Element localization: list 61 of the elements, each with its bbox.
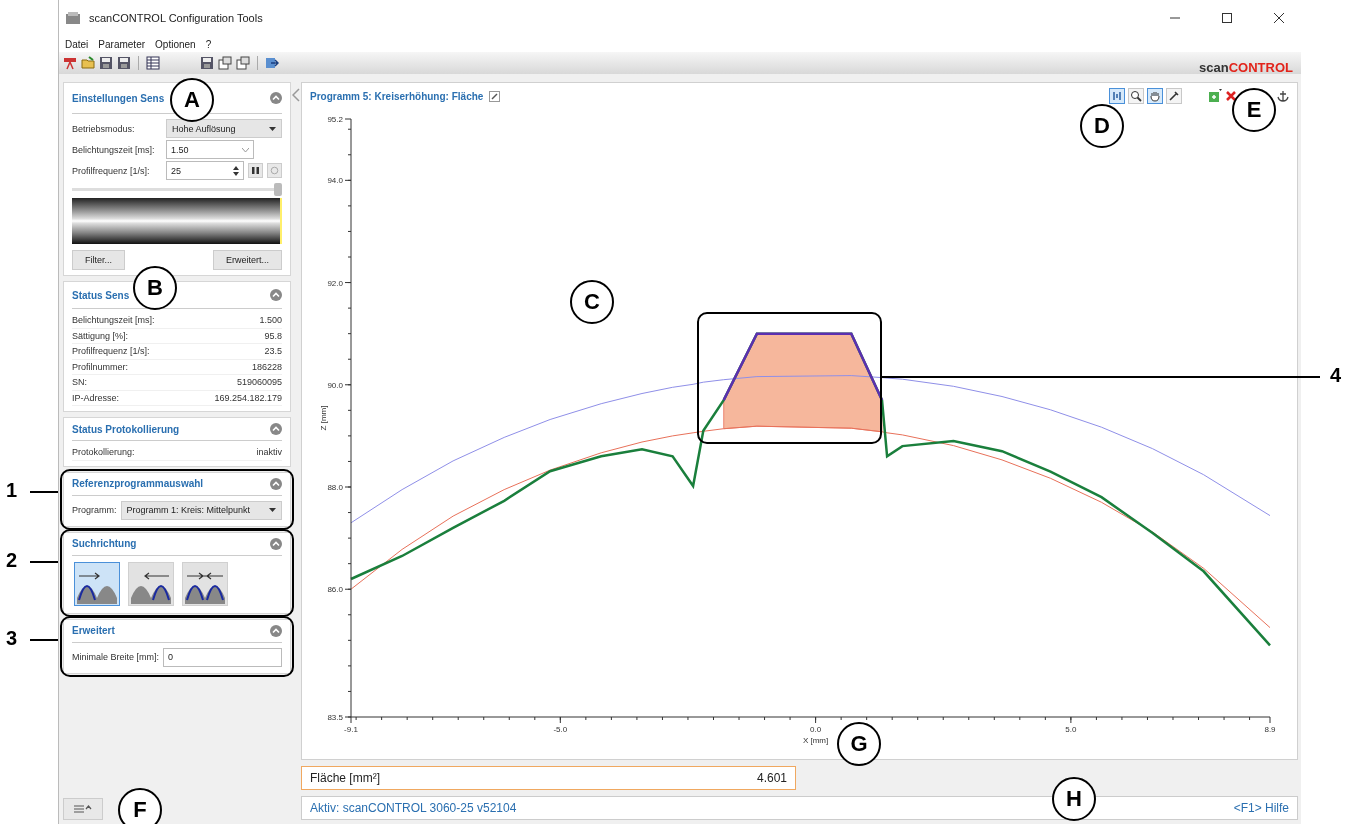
status-value: 1.500 (259, 315, 282, 326)
field-label: Betriebsmodus: (72, 123, 136, 134)
program-dropdown[interactable]: Programm 1: Kreis: Mittelpunkt (120, 500, 282, 520)
axis-tick-label: 88.0 (327, 483, 343, 492)
status-value: 95.8 (264, 330, 282, 341)
axis-tick-label: 83.5 (327, 713, 343, 722)
axis-tick-label: 92.0 (327, 278, 343, 288)
callout-number: 4 (1330, 364, 1342, 387)
frequency-spinbox[interactable]: 25 (166, 161, 244, 180)
callout-number: 1 (6, 479, 18, 502)
status-value: 519060095 (236, 377, 282, 388)
status-label: Sättigung [%]: (72, 330, 129, 341)
status-value: inaktiv (256, 447, 282, 458)
status-label: IP-Adresse: (72, 392, 120, 403)
status-label: Belichtungszeit [ms]: (72, 315, 155, 326)
axis-tick-label: 94.0 (327, 176, 343, 186)
field-label: Profilfrequenz [1/s]: (72, 165, 151, 176)
exposure-combobox[interactable]: 1.50 (166, 140, 254, 159)
menu-item[interactable]: ? (203, 38, 214, 50)
status-value: 169.254.182.179 (214, 392, 282, 403)
window-title: scanCONTROL Configuration Tools (89, 12, 264, 25)
mode-dropdown[interactable]: Hohe Auflösung (166, 119, 282, 138)
menu-item[interactable]: Datei (63, 38, 91, 50)
panel-button[interactable]: Erweitert... (213, 250, 282, 270)
field-label: Belichtungszeit [ms]: (72, 144, 156, 155)
axis-tick-label: -9.1 (344, 725, 358, 734)
axis-tick-label: 90.0 (327, 380, 343, 390)
field-label: Minimale Breite [mm]: (72, 652, 160, 662)
axis-tick-label: 95.2 (327, 115, 343, 124)
section-title: Suchrichtung (72, 538, 137, 549)
axis-title: X [mm] (802, 736, 829, 745)
axis-title: Z [mm] (319, 405, 328, 431)
axis-tick-label: 0.0 (810, 725, 822, 734)
result-label: Fläche [mm²] (310, 771, 380, 785)
axis-tick-label: 5.0 (1065, 725, 1077, 734)
status-label: Protokollierung: (72, 447, 135, 458)
status-label: Profilnummer: (72, 361, 128, 372)
section-title: Erweitert (72, 625, 115, 636)
status-value: 23.5 (264, 346, 282, 357)
status-label: Profilfrequenz [1/s]: (72, 346, 150, 357)
callout-number: 3 (6, 627, 18, 650)
chart-title: Programm 5: Kreiserhöhung: Fläche (310, 90, 484, 102)
panel-button[interactable]: Filter... (72, 250, 125, 270)
section-title: Referenzprogrammauswahl (72, 478, 204, 489)
axis-tick-label: 8.9 (1264, 725, 1276, 734)
help-link[interactable]: <F1> Hilfe (1233, 801, 1289, 815)
axis-tick-label: -5.0 (553, 725, 568, 734)
callout-number: 2 (6, 549, 18, 572)
axis-tick-label: 86.0 (327, 585, 343, 595)
section-title: Einstellungen Sens (72, 92, 165, 104)
status-value: 186228 (251, 361, 282, 372)
brand-logo: scanCONTROL (1199, 59, 1293, 75)
status-text: Aktiv: scanCONTROL 3060-25 v52104 (310, 801, 517, 815)
input-field[interactable]: 0 (163, 647, 282, 667)
status-label: SN: (72, 377, 87, 388)
result-value: 4.601 (756, 771, 787, 785)
section-title: Status Protokollierung (72, 423, 180, 435)
field-label: Programm: (72, 505, 117, 515)
section-title: Status Sens (72, 289, 130, 301)
menu-item[interactable]: Parameter (96, 38, 148, 50)
menu-item[interactable]: Optionen (153, 38, 198, 50)
